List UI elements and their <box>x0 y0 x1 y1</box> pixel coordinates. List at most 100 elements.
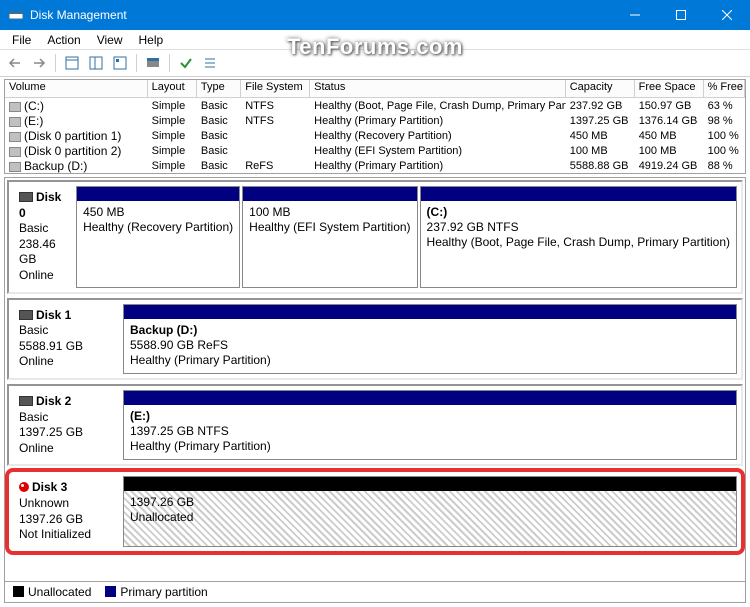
menu-file[interactable]: File <box>4 31 39 49</box>
disk-icon <box>19 192 33 202</box>
volume-layout: Simple <box>148 160 197 172</box>
disk-partitions: Backup (D:)5588.90 GB ReFSHealthy (Prima… <box>123 304 737 374</box>
disk-type: Basic <box>19 221 70 237</box>
disk-pane[interactable]: Disk 0Basic238.46 GBOnline450 MBHealthy … <box>7 180 743 294</box>
volume-type: Basic <box>197 100 241 112</box>
menu-action[interactable]: Action <box>39 31 88 49</box>
partition-status: Healthy (Primary Partition) <box>130 353 730 368</box>
disk-partitions: (E:)1397.25 GB NTFSHealthy (Primary Part… <box>123 390 737 460</box>
disk-graphical-view[interactable]: Disk 0Basic238.46 GBOnline450 MBHealthy … <box>4 177 746 587</box>
partition[interactable]: (E:)1397.25 GB NTFSHealthy (Primary Part… <box>123 390 737 460</box>
partition-detail: 100 MB <box>249 205 410 220</box>
toolbar-apply-icon[interactable] <box>175 52 197 74</box>
partition[interactable]: 450 MBHealthy (Recovery Partition) <box>76 186 240 288</box>
col-header-filesystem[interactable]: File System <box>241 80 310 97</box>
volume-layout: Simple <box>148 100 197 112</box>
partition-status: Healthy (Boot, Page File, Crash Dump, Pr… <box>427 235 730 250</box>
volume-name: Backup (D:) <box>24 159 87 173</box>
col-header-capacity[interactable]: Capacity <box>566 80 635 97</box>
col-header-freespace[interactable]: Free Space <box>635 80 704 97</box>
disk-name: Disk 2 <box>36 394 71 408</box>
volume-freespace: 100 MB <box>635 145 704 157</box>
volume-capacity: 1397.25 GB <box>566 115 635 127</box>
volume-list[interactable]: Volume Layout Type File System Status Ca… <box>4 79 746 174</box>
volume-freespace: 450 MB <box>635 130 704 142</box>
volume-row[interactable]: (Disk 0 partition 1)SimpleBasicHealthy (… <box>5 128 745 143</box>
volume-name: (E:) <box>24 114 43 128</box>
col-header-type[interactable]: Type <box>197 80 241 97</box>
volume-icon <box>9 102 21 112</box>
volume-row[interactable]: Backup (D:)SimpleBasicReFSHealthy (Prima… <box>5 158 745 173</box>
volume-row[interactable]: (C:)SimpleBasicNTFSHealthy (Boot, Page F… <box>5 98 745 113</box>
disk-state: Online <box>19 441 117 457</box>
partition-color-bar <box>124 305 736 319</box>
volume-filesystem: NTFS <box>241 115 310 127</box>
disk-type: Unknown <box>19 496 117 512</box>
partition-body: 1397.26 GBUnallocated <box>124 491 736 545</box>
volume-pctfree: 100 % <box>704 130 745 142</box>
volume-name: (C:) <box>24 99 44 113</box>
disk-type: Basic <box>19 323 117 339</box>
toolbar-refresh-icon[interactable] <box>109 52 131 74</box>
minimize-button[interactable] <box>612 0 658 30</box>
disk-pane[interactable]: Disk 3Unknown1397.26 GBNot Initialized13… <box>7 470 743 552</box>
disk-pane[interactable]: Disk 1Basic5588.91 GBOnlineBackup (D:)55… <box>7 298 743 380</box>
volume-freespace: 150.97 GB <box>635 100 704 112</box>
disk-state: Online <box>19 268 70 284</box>
menu-help[interactable]: Help <box>131 31 172 49</box>
volume-freespace: 1376.14 GB <box>635 115 704 127</box>
partition[interactable]: 1397.26 GBUnallocated <box>123 476 737 546</box>
partition-detail: 1397.26 GB <box>130 495 730 510</box>
volume-type: Basic <box>197 160 241 172</box>
close-button[interactable] <box>704 0 750 30</box>
col-header-layout[interactable]: Layout <box>148 80 197 97</box>
back-button[interactable] <box>4 52 26 74</box>
disk-partitions: 1397.26 GBUnallocated <box>123 476 737 546</box>
toolbar-list-icon[interactable] <box>199 52 221 74</box>
forward-button[interactable] <box>28 52 50 74</box>
partition-color-bar <box>243 187 416 201</box>
titlebar: Disk Management <box>0 0 750 30</box>
disk-size: 1397.26 GB <box>19 512 117 528</box>
disk-state: Not Initialized <box>19 527 117 543</box>
toolbar-settings-icon[interactable] <box>142 52 164 74</box>
col-header-volume[interactable]: Volume <box>5 80 148 97</box>
toolbar-view2-icon[interactable] <box>85 52 107 74</box>
partition-status: Unallocated <box>130 510 730 525</box>
partition-color-bar <box>421 187 736 201</box>
volume-filesystem: NTFS <box>241 100 310 112</box>
volume-icon <box>9 132 21 142</box>
volume-list-header[interactable]: Volume Layout Type File System Status Ca… <box>5 80 745 98</box>
col-header-status[interactable]: Status <box>310 80 566 97</box>
volume-filesystem: ReFS <box>241 160 310 172</box>
partition[interactable]: Backup (D:)5588.90 GB ReFSHealthy (Prima… <box>123 304 737 374</box>
volume-row[interactable]: (Disk 0 partition 2)SimpleBasicHealthy (… <box>5 143 745 158</box>
disk-size: 1397.25 GB <box>19 425 117 441</box>
col-header-pctfree[interactable]: % Free <box>704 80 745 97</box>
toolbar-view1-icon[interactable] <box>61 52 83 74</box>
window-controls <box>612 0 750 30</box>
menubar: File Action View Help <box>0 30 750 50</box>
volume-status: Healthy (Recovery Partition) <box>310 130 566 142</box>
partition-label: Backup (D:) <box>130 323 730 338</box>
disk-name: Disk 1 <box>36 308 71 322</box>
volume-layout: Simple <box>148 130 197 142</box>
maximize-button[interactable] <box>658 0 704 30</box>
volume-capacity: 237.92 GB <box>566 100 635 112</box>
volume-pctfree: 63 % <box>704 100 745 112</box>
disk-info: Disk 1Basic5588.91 GBOnline <box>13 304 123 374</box>
partition[interactable]: 100 MBHealthy (EFI System Partition) <box>242 186 417 288</box>
volume-row[interactable]: (E:)SimpleBasicNTFSHealthy (Primary Part… <box>5 113 745 128</box>
partition-status: Healthy (EFI System Partition) <box>249 220 410 235</box>
menu-view[interactable]: View <box>89 31 131 49</box>
volume-type: Basic <box>197 145 241 157</box>
volume-status: Healthy (Primary Partition) <box>310 115 566 127</box>
partition[interactable]: (C:)237.92 GB NTFSHealthy (Boot, Page Fi… <box>420 186 737 288</box>
disk-info: Disk 2Basic1397.25 GBOnline <box>13 390 123 460</box>
app-icon <box>8 7 24 23</box>
legend-primary: Primary partition <box>105 585 207 599</box>
disk-pane[interactable]: Disk 2Basic1397.25 GBOnline(E:)1397.25 G… <box>7 384 743 466</box>
legend-unallocated: Unallocated <box>13 585 91 599</box>
partition-color-bar <box>124 391 736 405</box>
partition-body: (C:)237.92 GB NTFSHealthy (Boot, Page Fi… <box>421 201 736 287</box>
